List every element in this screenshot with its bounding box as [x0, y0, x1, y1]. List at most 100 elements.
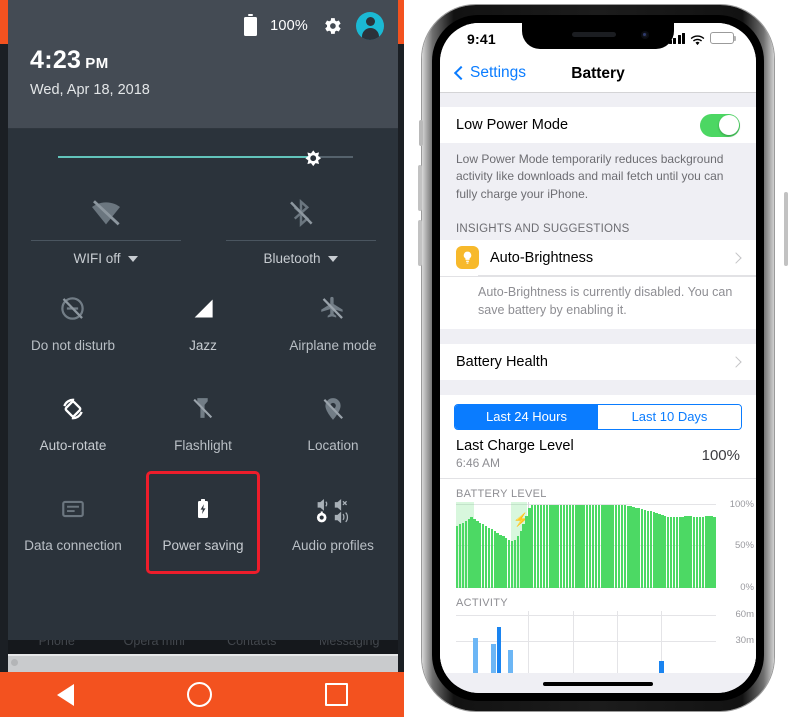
tile-airplane-mode[interactable]: Airplane mode [268, 272, 398, 372]
toggle-bluetooth[interactable]: Bluetooth [203, 190, 398, 266]
ios-navigation-bar: Settings Battery [440, 56, 756, 93]
chevron-right-icon [730, 252, 742, 264]
chevron-down-icon[interactable] [127, 255, 138, 262]
battery-level-chart: ⚡ 100% 50% 0% [456, 499, 754, 593]
toggle-bluetooth-label: Bluetooth [263, 251, 338, 266]
activity-chart-title: ACTIVITY [456, 596, 508, 609]
battery-lowpower-icon [710, 32, 737, 44]
segment-last-10-days[interactable]: Last 10 Days [598, 404, 741, 429]
clock-time-value: 4:23 [30, 46, 82, 74]
axis-tick: 100% [729, 498, 754, 510]
battery-level-axis: 100% 50% 0% [718, 498, 754, 593]
toggle-divider [30, 240, 181, 241]
ios-clock: 9:41 [467, 31, 496, 47]
volume-down-button[interactable] [418, 220, 422, 266]
axis-tick: 0% [740, 581, 754, 593]
iphone-screen: 9:41 Settings Battery Low Power Mode Low… [440, 23, 756, 693]
tile-auto-rotate[interactable]: Auto-rotate [8, 372, 138, 472]
quick-settings-grid: Do not disturb Jazz Airplane mode Auto-r… [8, 272, 398, 574]
last-charge-time: 6:46 AM [456, 455, 501, 470]
battery-bolt-icon [191, 492, 215, 526]
earpiece-speaker-icon [572, 32, 616, 37]
square-recents-icon[interactable] [324, 683, 348, 706]
circle-home-icon[interactable] [186, 682, 212, 707]
android-right-edge [398, 0, 404, 717]
activity-bars [456, 611, 716, 673]
flashlight-off-icon [190, 392, 215, 426]
tile-power-saving[interactable]: Power saving [138, 471, 268, 574]
clock-time: 4:23 PM [30, 46, 109, 75]
android-phone: Phone Opera mini Contacts Messaging 100%… [0, 0, 404, 717]
bluetooth-off-icon [286, 190, 316, 236]
toggle-wifi-label: WIFI off [73, 251, 138, 266]
segment-last-24-hours[interactable]: Last 24 Hours [455, 404, 598, 429]
chevron-down-icon[interactable] [327, 255, 338, 262]
last-charge-level-row: Last Charge Level 6:46 AM 100% [440, 433, 756, 478]
toggle-wifi[interactable]: WIFI off [8, 190, 203, 266]
tile-label: Do not disturb [30, 337, 116, 353]
last-charge-value: 100% [701, 446, 740, 464]
data-connection-icon [60, 492, 86, 526]
low-power-mode-label: Low Power Mode [456, 117, 569, 133]
tile-audio-profiles[interactable]: Audio profiles [268, 472, 398, 572]
tile-label: Location [307, 437, 359, 453]
android-dock-strip [8, 654, 398, 674]
time-range-segmented-control[interactable]: Last 24 Hours Last 10 Days [454, 403, 742, 430]
axis-tick: 60m [735, 608, 754, 620]
power-button[interactable] [784, 192, 788, 266]
low-power-mode-toggle[interactable] [700, 113, 740, 137]
tile-do-not-disturb[interactable]: Do not disturb [8, 272, 138, 372]
status-row: 100% [244, 12, 384, 40]
activity-chart: 60m 30m [456, 609, 754, 673]
last-charge-label: Last Charge Level [456, 437, 574, 454]
tile-label: Audio profiles [292, 537, 374, 553]
brightness-sun-icon[interactable] [301, 146, 325, 170]
bluetooth-label-text: Bluetooth [263, 251, 321, 266]
tile-label: Data connection [24, 537, 122, 553]
auto-brightness-row[interactable]: Auto-Brightness [440, 240, 756, 275]
android-left-edge-accent [0, 0, 8, 44]
tile-label: Airplane mode [289, 337, 377, 353]
volume-up-button[interactable] [418, 165, 422, 211]
tile-jazz[interactable]: Jazz [138, 272, 268, 372]
tile-data-connection[interactable]: Data connection [8, 472, 138, 572]
gear-icon[interactable] [321, 15, 343, 37]
wifi-icon [690, 33, 705, 45]
battery-health-row[interactable]: Battery Health [440, 344, 756, 380]
user-avatar-icon[interactable] [356, 12, 384, 40]
battery-level-chart-section: BATTERY LEVEL ⚡ 100% 50% 0% ACTIVITY 60m… [440, 477, 756, 673]
tile-label: Power saving [162, 537, 244, 553]
location-off-icon [320, 392, 346, 426]
wifi-label-text: WIFI off [73, 251, 121, 266]
axis-tick: 30m [735, 634, 754, 646]
tile-label: Auto-rotate [39, 437, 107, 453]
lightbulb-icon [456, 246, 479, 270]
chevron-right-icon [730, 356, 742, 368]
iphone-notch [522, 23, 674, 49]
toggle-divider [225, 240, 376, 241]
quick-settings-panel: 100% 4:23 PM Wed, Apr 18, 2018 WIFI off … [8, 0, 398, 640]
page-title: Battery [571, 65, 625, 82]
low-power-mode-row[interactable]: Low Power Mode [440, 107, 756, 143]
mute-switch-button[interactable] [419, 120, 423, 146]
audio-profiles-icon [314, 492, 352, 526]
insights-card: Auto-Brightness Auto-Brightness is curre… [440, 240, 756, 329]
tile-flashlight[interactable]: Flashlight [138, 372, 268, 472]
low-power-mode-card: Low Power Mode [440, 107, 756, 143]
battery-health-card: Battery Health [440, 343, 756, 380]
brightness-slider[interactable] [8, 128, 398, 186]
tile-location[interactable]: Location [268, 372, 398, 472]
top-toggle-row: WIFI off Bluetooth [8, 186, 398, 272]
brightness-fill [58, 156, 313, 158]
android-navigation-bar [0, 672, 404, 717]
wifi-off-icon [90, 190, 122, 236]
home-indicator[interactable] [543, 681, 653, 686]
battery-settings-content: Low Power Mode Low Power Mode temporaril… [440, 92, 756, 693]
insights-section-header: INSIGHTS AND SUGGESTIONS [456, 223, 630, 236]
android-right-edge-accent [398, 0, 404, 44]
triangle-back-icon[interactable] [56, 683, 74, 706]
time-range-segmented-control-wrap: Last 24 Hours Last 10 Days [440, 394, 756, 434]
